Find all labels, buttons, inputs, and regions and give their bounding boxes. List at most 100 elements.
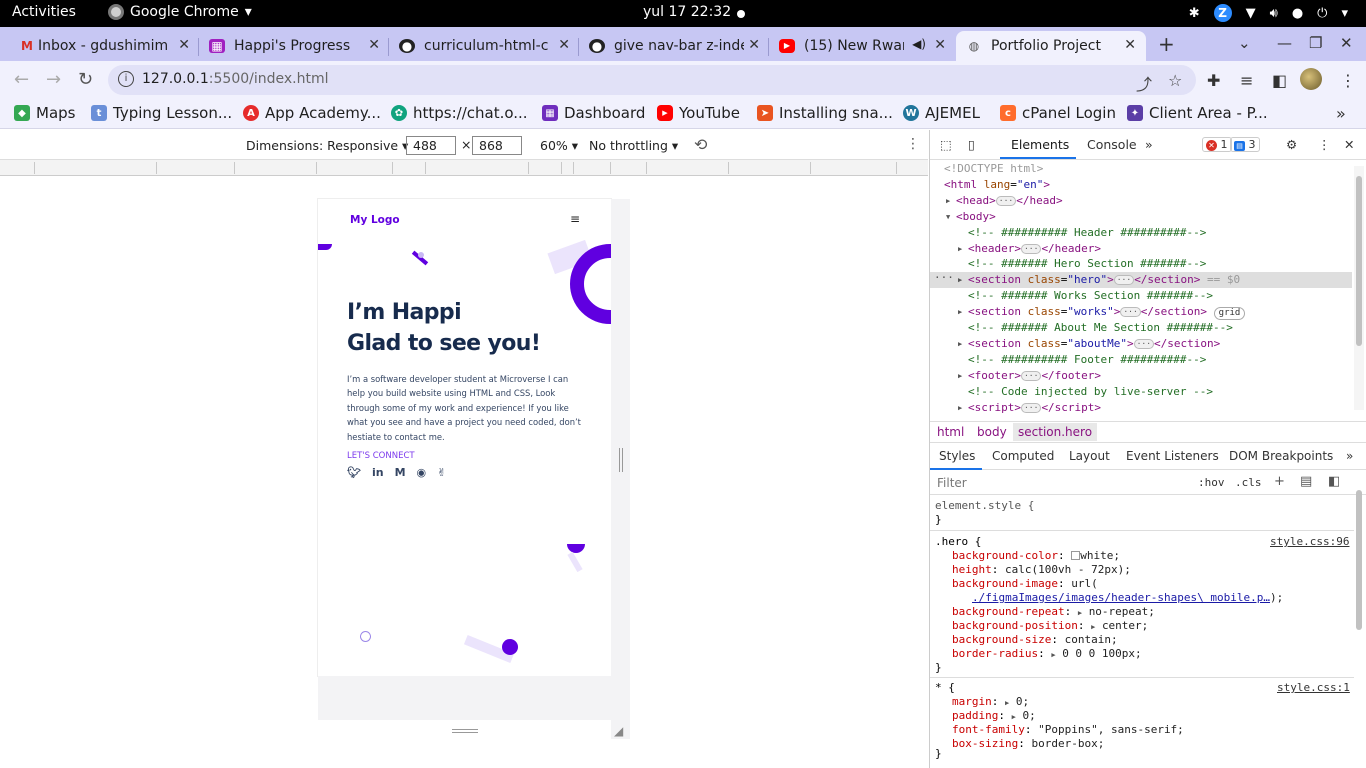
device-toolbar-menu-icon[interactable]: ⋮: [906, 136, 920, 152]
linkedin-icon[interactable]: in: [372, 466, 384, 479]
site-logo[interactable]: My Logo: [350, 214, 400, 226]
audio-playing-icon[interactable]: ◀): [912, 37, 926, 51]
dom-node[interactable]: ▶ <section class="aboutMe"> ··· </section>: [930, 336, 1352, 352]
width-input[interactable]: 488: [406, 136, 456, 155]
hero-source-link[interactable]: style.css:96: [1270, 535, 1349, 549]
bookmark-chat[interactable]: ✿ https://chat.o...: [391, 104, 528, 122]
media-query-ruler[interactable]: [0, 160, 928, 176]
star-selector[interactable]: * {: [935, 681, 955, 695]
activities-button[interactable]: Activities: [12, 4, 76, 20]
devtools-menu-icon[interactable]: ⋮: [1318, 137, 1331, 152]
hamburger-menu-icon[interactable]: ≡: [570, 212, 580, 226]
bookmark-cpanel[interactable]: c cPanel Login: [1000, 104, 1116, 122]
dom-node[interactable]: ▶ <footer> ··· </footer>: [930, 368, 1352, 384]
dom-node[interactable]: <!-- ########## Footer ##########-->: [930, 352, 1352, 368]
dom-node[interactable]: ▼ <body>: [930, 209, 1352, 225]
device-toggle-icon[interactable]: ▯: [968, 137, 975, 152]
resize-handle-bottom[interactable]: [452, 729, 478, 733]
slack-icon[interactable]: ✱: [1189, 6, 1200, 21]
dimensions-select[interactable]: Dimensions: Responsive ▾: [246, 138, 408, 153]
subtab-event-listeners[interactable]: Event Listeners: [1126, 449, 1219, 463]
more-tabs-icon[interactable]: »: [1145, 137, 1153, 152]
tab-curriculum[interactable]: ● curriculum-html-c ✕: [396, 31, 574, 61]
dom-node[interactable]: <!-- ####### Hero Section #######-->: [930, 256, 1352, 272]
paint-icon[interactable]: ▤: [1300, 474, 1312, 489]
dom-tree[interactable]: <!DOCTYPE html> <html lang="en"> ▶ <head> ··…: [930, 160, 1352, 415]
close-devtools-icon[interactable]: ✕: [1344, 137, 1354, 152]
styles-scrollbar[interactable]: [1353, 480, 1365, 768]
styles-rules[interactable]: element.style { } .hero { style.css:96 b…: [930, 496, 1354, 768]
bookmark-client-area[interactable]: ✦ Client Area - P...: [1127, 104, 1268, 122]
styles-filter-input[interactable]: Filter: [937, 476, 967, 490]
bookmark-installing-snap[interactable]: ➤ Installing sna...: [757, 104, 893, 122]
twitter-icon[interactable]: 🐦︎: [347, 466, 361, 479]
dom-scrollbar[interactable]: [1354, 166, 1364, 410]
inspect-element-icon[interactable]: ⬚: [940, 137, 952, 152]
messages-badge[interactable]: ▤ 3: [1230, 137, 1260, 152]
sidebar-toggle-icon[interactable]: ◧: [1328, 474, 1340, 489]
css-declaration[interactable]: box-sizing: border-box;: [952, 737, 1104, 751]
forward-button[interactable]: →: [46, 69, 61, 90]
medium-icon[interactable]: M: [395, 466, 406, 479]
dom-node[interactable]: ··· ▶ <section class="hero"> ··· </section> …: [930, 271, 1352, 289]
settings-gear-icon[interactable]: ⚙: [1286, 137, 1297, 152]
maximize-button[interactable]: ❐: [1309, 34, 1322, 52]
subtab-computed[interactable]: Computed: [992, 449, 1054, 463]
dom-node[interactable]: ▶ <header> ··· </header>: [930, 241, 1352, 257]
css-declaration[interactable]: background-image: url(: [952, 577, 1098, 591]
close-icon[interactable]: ✕: [558, 37, 570, 53]
github-icon[interactable]: ◉: [417, 466, 427, 479]
media-queue-icon[interactable]: ≡: [1240, 71, 1253, 90]
dom-node[interactable]: <!-- ####### Works Section #######-->: [930, 288, 1352, 304]
site-info-icon[interactable]: i: [118, 71, 134, 87]
reload-button[interactable]: ↻: [78, 69, 93, 90]
app-menu[interactable]: Google Chrome ▾: [108, 4, 252, 20]
dom-node[interactable]: <!-- ########## Header ##########-->: [930, 225, 1352, 241]
tab-gmail[interactable]: M Inbox - gdushimim ✕: [16, 31, 194, 61]
css-declaration[interactable]: background-color: white;: [952, 549, 1120, 563]
subtab-dom-breakpoints[interactable]: DOM Breakpoints: [1229, 449, 1333, 463]
dom-node[interactable]: ▶ <script> ··· </script>: [930, 400, 1352, 416]
dom-node[interactable]: <!DOCTYPE html>: [930, 161, 1352, 177]
resize-handle-corner-icon[interactable]: ◢: [614, 724, 623, 738]
css-declaration[interactable]: background-position: ▶ center;: [952, 619, 1148, 634]
tab-youtube[interactable]: ▶ (15) New Rwan ◀) ✕: [776, 31, 950, 61]
url-text[interactable]: 127.0.0.1:5500/index.html: [142, 71, 329, 87]
close-window-button[interactable]: ✕: [1340, 34, 1353, 52]
bookmark-app-academy[interactable]: A App Academy...: [243, 104, 381, 122]
address-bar[interactable]: i 127.0.0.1:5500/index.html ⤴ ☆: [108, 65, 1196, 95]
resize-handle-right[interactable]: [619, 448, 623, 472]
errors-badge[interactable]: ✕ 1: [1202, 137, 1232, 152]
bookmark-youtube[interactable]: ▶ YouTube: [657, 104, 740, 122]
close-icon[interactable]: ✕: [178, 37, 190, 53]
back-button[interactable]: ←: [14, 69, 29, 90]
tab-nav-bar-issue[interactable]: ● give nav-bar z-inde ✕: [586, 31, 764, 61]
tab-elements[interactable]: Elements: [1011, 137, 1069, 152]
emulated-device-viewport[interactable]: My Logo ≡ I’m Happi Glad to see you! I’m…: [318, 199, 611, 676]
close-icon[interactable]: ✕: [934, 37, 946, 53]
new-rule-icon[interactable]: +: [1274, 474, 1285, 489]
hero-selector[interactable]: .hero {: [935, 535, 981, 549]
subtab-styles[interactable]: Styles: [939, 449, 975, 463]
tab-search-icon[interactable]: ⌄: [1238, 34, 1251, 52]
bookmark-dashboard[interactable]: ▦ Dashboard: [542, 104, 645, 122]
breadcrumb-section-hero[interactable]: section.hero: [1013, 423, 1098, 441]
bookmark-typing[interactable]: t Typing Lesson...: [91, 104, 232, 122]
subtab-layout[interactable]: Layout: [1069, 449, 1110, 463]
css-declaration[interactable]: border-radius: ▶ 0 0 0 100px;: [952, 647, 1142, 662]
extensions-icon[interactable]: ✚: [1207, 71, 1220, 90]
throttling-select[interactable]: No throttling ▾: [589, 138, 678, 153]
bookmark-ajemel[interactable]: W AJEMEL: [903, 104, 980, 122]
dom-node[interactable]: ▶ <head> ··· </head>: [930, 193, 1352, 209]
cls-toggle[interactable]: .cls: [1235, 476, 1262, 489]
chrome-menu-icon[interactable]: ⋮: [1340, 71, 1356, 90]
tab-portfolio-project[interactable]: ◍ Portfolio Project ✕: [956, 31, 1146, 61]
tab-happis-progress[interactable]: ▦ Happi's Progress ✕: [206, 31, 384, 61]
breadcrumb-body[interactable]: body: [977, 425, 1007, 439]
breadcrumb-html[interactable]: html: [937, 425, 964, 439]
angellist-icon[interactable]: ✌︎: [437, 466, 446, 479]
bookmark-star-icon[interactable]: ☆: [1168, 71, 1182, 90]
share-icon[interactable]: ⤴: [1136, 71, 1152, 95]
close-icon[interactable]: ✕: [1124, 37, 1136, 53]
rotate-icon[interactable]: ⟲: [694, 135, 707, 154]
